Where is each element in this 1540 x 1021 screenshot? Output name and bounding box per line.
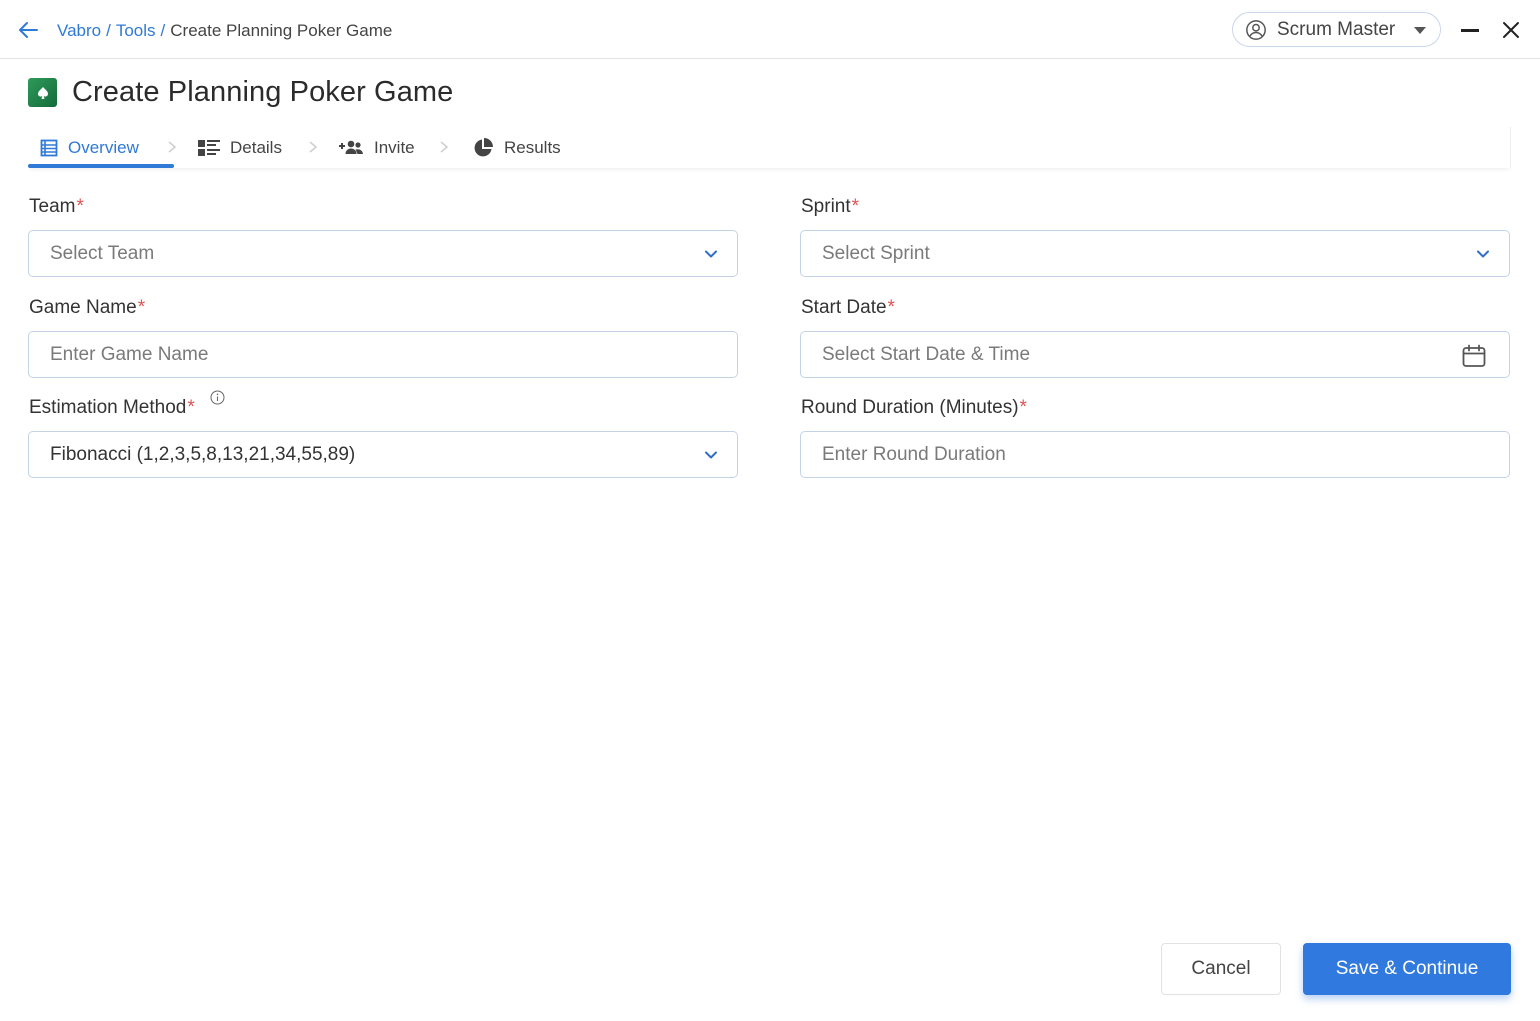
breadcrumb-current: Create Planning Poker Game xyxy=(170,21,393,40)
arrow-left-icon xyxy=(19,22,38,38)
team-placeholder: Select Team xyxy=(50,242,155,264)
chevron-right-icon xyxy=(309,141,318,153)
game-name-label: Game Name* xyxy=(29,297,145,319)
label-text: Round Duration (Minutes) xyxy=(801,397,1019,418)
close-icon xyxy=(1503,22,1519,38)
breadcrumb-vabro[interactable]: Vabro xyxy=(57,21,101,40)
required-asterisk: * xyxy=(137,297,146,318)
spade-icon xyxy=(37,86,48,99)
tab-label: Results xyxy=(504,137,561,157)
close-button[interactable] xyxy=(1500,19,1522,41)
info-icon[interactable] xyxy=(210,390,225,405)
cancel-button[interactable]: Cancel xyxy=(1161,943,1281,995)
estimation-method-value: Fibonacci (1,2,3,5,8,13,21,34,55,89) xyxy=(50,443,356,465)
page-title: Create Planning Poker Game xyxy=(72,76,454,108)
start-date-placeholder: Select Start Date & Time xyxy=(822,343,1031,365)
details-icon xyxy=(198,139,220,156)
tab-overview[interactable]: Overview xyxy=(40,127,139,168)
label-text: Start Date xyxy=(801,297,887,318)
add-users-icon xyxy=(339,140,363,154)
start-date-picker[interactable]: Select Start Date & Time xyxy=(800,331,1510,378)
chevron-right-icon xyxy=(440,141,449,153)
active-tab-indicator xyxy=(28,164,174,168)
chevron-down-icon xyxy=(1477,250,1489,258)
tab-label: Invite xyxy=(374,137,415,157)
label-text: Game Name xyxy=(29,297,137,318)
top-bar: Vabro / Tools / Create Planning Poker Game S… xyxy=(0,0,1540,59)
breadcrumb-separator: / xyxy=(106,21,111,40)
team-label: Team* xyxy=(29,196,84,218)
round-duration-placeholder: Enter Round Duration xyxy=(822,443,1006,465)
breadcrumb: Vabro / Tools / Create Planning Poker Game xyxy=(57,21,392,41)
breadcrumb-tools[interactable]: Tools xyxy=(116,21,156,40)
required-asterisk: * xyxy=(851,196,860,217)
user-circle-icon xyxy=(1246,19,1266,40)
label-text: Sprint xyxy=(801,196,851,217)
chevron-right-icon xyxy=(168,141,177,153)
required-asterisk: * xyxy=(187,397,195,418)
role-selector[interactable]: Scrum Master xyxy=(1232,12,1441,47)
tab-results[interactable]: Results xyxy=(472,127,561,168)
game-name-placeholder: Enter Game Name xyxy=(50,343,209,365)
estimation-method-label: Estimation Method* xyxy=(29,397,195,419)
start-date-label: Start Date* xyxy=(801,297,895,319)
stepper-tabs: Overview Details Invite Results xyxy=(28,127,1511,168)
back-button[interactable] xyxy=(16,18,40,42)
game-name-input[interactable]: Enter Game Name xyxy=(28,331,738,378)
required-asterisk: * xyxy=(1019,397,1027,418)
page-header: Create Planning Poker Game xyxy=(28,76,453,109)
sprint-placeholder: Select Sprint xyxy=(822,242,930,264)
calendar-icon[interactable] xyxy=(1461,343,1487,369)
required-asterisk: * xyxy=(76,196,84,217)
sprint-select[interactable]: Select Sprint xyxy=(800,230,1510,277)
sprint-label: Sprint* xyxy=(801,196,859,218)
pie-chart-icon xyxy=(474,137,493,156)
tab-invite[interactable]: Invite xyxy=(339,127,415,168)
chevron-down-icon xyxy=(705,451,717,459)
caret-down-icon xyxy=(1414,27,1426,34)
required-asterisk: * xyxy=(887,297,895,318)
app-logo xyxy=(28,78,57,107)
label-text: Team xyxy=(29,196,76,217)
chevron-down-icon xyxy=(705,250,717,258)
tab-label: Overview xyxy=(68,137,139,157)
tab-details[interactable]: Details xyxy=(198,127,282,168)
round-duration-label: Round Duration (Minutes)* xyxy=(801,397,1027,419)
label-text: Estimation Method xyxy=(29,397,187,418)
minimize-button[interactable] xyxy=(1461,29,1479,32)
role-label: Scrum Master xyxy=(1277,18,1396,40)
estimation-method-select[interactable]: Fibonacci (1,2,3,5,8,13,21,34,55,89) xyxy=(28,431,738,478)
list-icon xyxy=(40,139,58,156)
breadcrumb-separator: / xyxy=(160,21,166,40)
round-duration-input[interactable]: Enter Round Duration xyxy=(800,431,1510,478)
save-continue-button[interactable]: Save & Continue xyxy=(1303,943,1511,995)
tab-label: Details xyxy=(230,137,282,157)
team-select[interactable]: Select Team xyxy=(28,230,738,277)
